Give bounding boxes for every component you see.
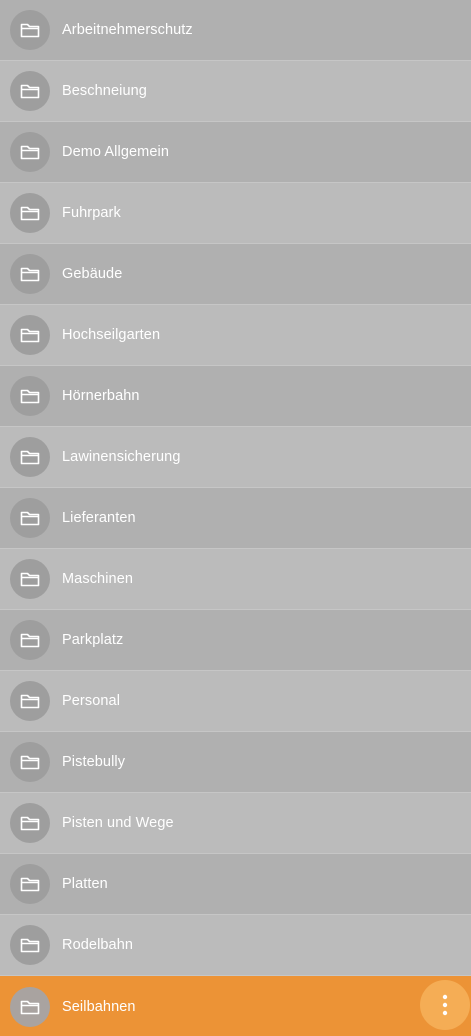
folder-avatar <box>10 803 50 843</box>
folder-label: Lawinensicherung <box>62 449 181 465</box>
folder-label: Demo Allgemein <box>62 144 169 160</box>
folder-icon <box>20 876 40 892</box>
folder-item[interactable]: Rodelbahn <box>0 915 471 976</box>
folder-avatar <box>10 315 50 355</box>
folder-item[interactable]: Beschneiung <box>0 61 471 122</box>
folder-icon <box>20 510 40 526</box>
folder-icon <box>20 449 40 465</box>
folder-avatar <box>10 986 50 1027</box>
more-vertical-icon <box>442 994 448 1016</box>
folder-label: Maschinen <box>62 571 134 587</box>
folder-item[interactable]: Lawinensicherung <box>0 427 471 488</box>
folder-icon <box>20 937 40 953</box>
folder-item[interactable]: Platten <box>0 854 471 915</box>
folder-item[interactable]: Gebäude <box>0 244 471 305</box>
folder-label: Rodelbahn <box>62 937 134 953</box>
folder-label: Personal <box>62 693 121 709</box>
folder-avatar <box>10 10 50 50</box>
folder-icon <box>20 999 40 1015</box>
folder-label: Beschneiung <box>62 83 147 99</box>
folder-label: Hörnerbahn <box>62 388 140 404</box>
folder-label: Hochseilgarten <box>62 327 161 343</box>
folder-icon <box>20 693 40 709</box>
folder-label: Gebäude <box>62 266 123 282</box>
folder-avatar <box>10 437 50 477</box>
folder-avatar <box>10 132 50 172</box>
folder-label: Fuhrpark <box>62 205 121 221</box>
folder-list: Arbeitnehmerschutz Beschneiung Demo Allgem… <box>0 0 471 1036</box>
folder-label: Lieferanten <box>62 510 136 526</box>
folder-label: Pisten und Wege <box>62 815 174 831</box>
folder-item[interactable]: Demo Allgemein <box>0 122 471 183</box>
folder-icon <box>20 388 40 404</box>
folder-icon <box>20 815 40 831</box>
folder-avatar <box>10 71 50 111</box>
folder-avatar <box>10 620 50 660</box>
folder-label: Parkplatz <box>62 632 124 648</box>
folder-item[interactable]: Arbeitnehmerschutz <box>0 0 471 61</box>
folder-item[interactable]: Pistebully <box>0 732 471 793</box>
folder-avatar <box>10 193 50 233</box>
folder-icon <box>20 205 40 221</box>
folder-item[interactable]: Hochseilgarten <box>0 305 471 366</box>
folder-item[interactable]: Parkplatz <box>0 610 471 671</box>
folder-avatar <box>10 681 50 721</box>
folder-label: Seilbahnen <box>62 998 136 1015</box>
folder-avatar <box>10 559 50 599</box>
folder-icon <box>20 571 40 587</box>
folder-avatar <box>10 498 50 538</box>
folder-icon <box>20 327 40 343</box>
folder-item[interactable]: Pisten und Wege <box>0 793 471 854</box>
folder-avatar <box>10 254 50 294</box>
folder-avatar <box>10 376 50 416</box>
folder-item[interactable]: Lieferanten <box>0 488 471 549</box>
folder-icon <box>20 83 40 99</box>
folder-item[interactable]: Maschinen <box>0 549 471 610</box>
folder-avatar <box>10 864 50 904</box>
folder-label: Pistebully <box>62 754 126 770</box>
folder-icon <box>20 754 40 770</box>
folder-icon <box>20 266 40 282</box>
folder-avatar <box>10 742 50 782</box>
folder-label: Arbeitnehmerschutz <box>62 22 193 38</box>
more-options-button[interactable] <box>420 980 470 1030</box>
folder-label: Platten <box>62 876 108 892</box>
folder-item[interactable]: Seilbahnen <box>0 976 471 1036</box>
folder-item[interactable]: Personal <box>0 671 471 732</box>
folder-icon <box>20 22 40 38</box>
folder-avatar <box>10 925 50 965</box>
folder-icon <box>20 632 40 648</box>
folder-item[interactable]: Fuhrpark <box>0 183 471 244</box>
folder-icon <box>20 144 40 160</box>
folder-item[interactable]: Hörnerbahn <box>0 366 471 427</box>
